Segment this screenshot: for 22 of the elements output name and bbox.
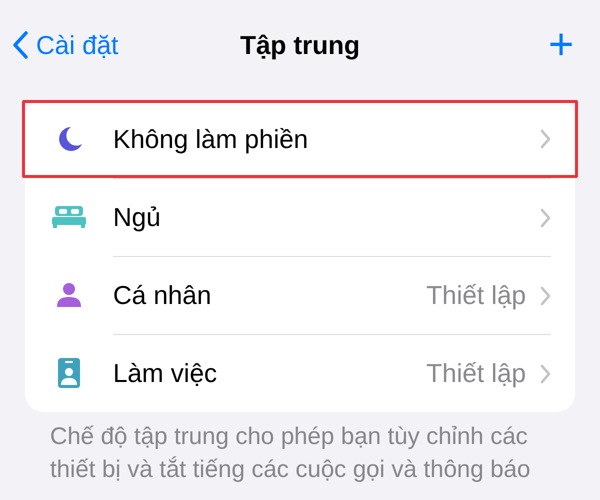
- add-button[interactable]: +: [548, 23, 574, 67]
- id-badge-icon: [58, 358, 80, 388]
- chevron-icon: [540, 208, 551, 228]
- row-value: Thiết lập: [426, 357, 526, 390]
- focus-mode-row[interactable]: Cá nhân Thiết lập: [25, 256, 575, 334]
- row-label: Không làm phiền: [113, 122, 310, 156]
- page-title: Tập trung: [240, 28, 360, 62]
- bed-icon: [52, 206, 86, 228]
- row-label: Cá nhân: [113, 279, 212, 312]
- chevron-icon: [540, 286, 551, 306]
- chevron-icon: [540, 129, 551, 149]
- back-chevron-icon: [12, 31, 28, 59]
- focus-mode-row[interactable]: Không làm phiền: [22, 100, 578, 178]
- row-label: Làm việc: [113, 357, 218, 390]
- chevron-icon: [540, 364, 551, 384]
- back-button[interactable]: Cài đặt: [12, 26, 118, 64]
- row-label: Ngủ: [113, 201, 162, 234]
- footer-description: Chế độ tập trung cho phép bạn tùy chỉnh các thiết bị và tắt tiếng các cuộc gọi và thông báo: [49, 422, 532, 485]
- focus-mode-row[interactable]: Làm việc Thiết lập: [25, 334, 575, 412]
- focus-mode-row[interactable]: Ngủ: [25, 178, 575, 256]
- row-value: Thiết lập: [426, 279, 526, 312]
- person-icon: [57, 283, 81, 307]
